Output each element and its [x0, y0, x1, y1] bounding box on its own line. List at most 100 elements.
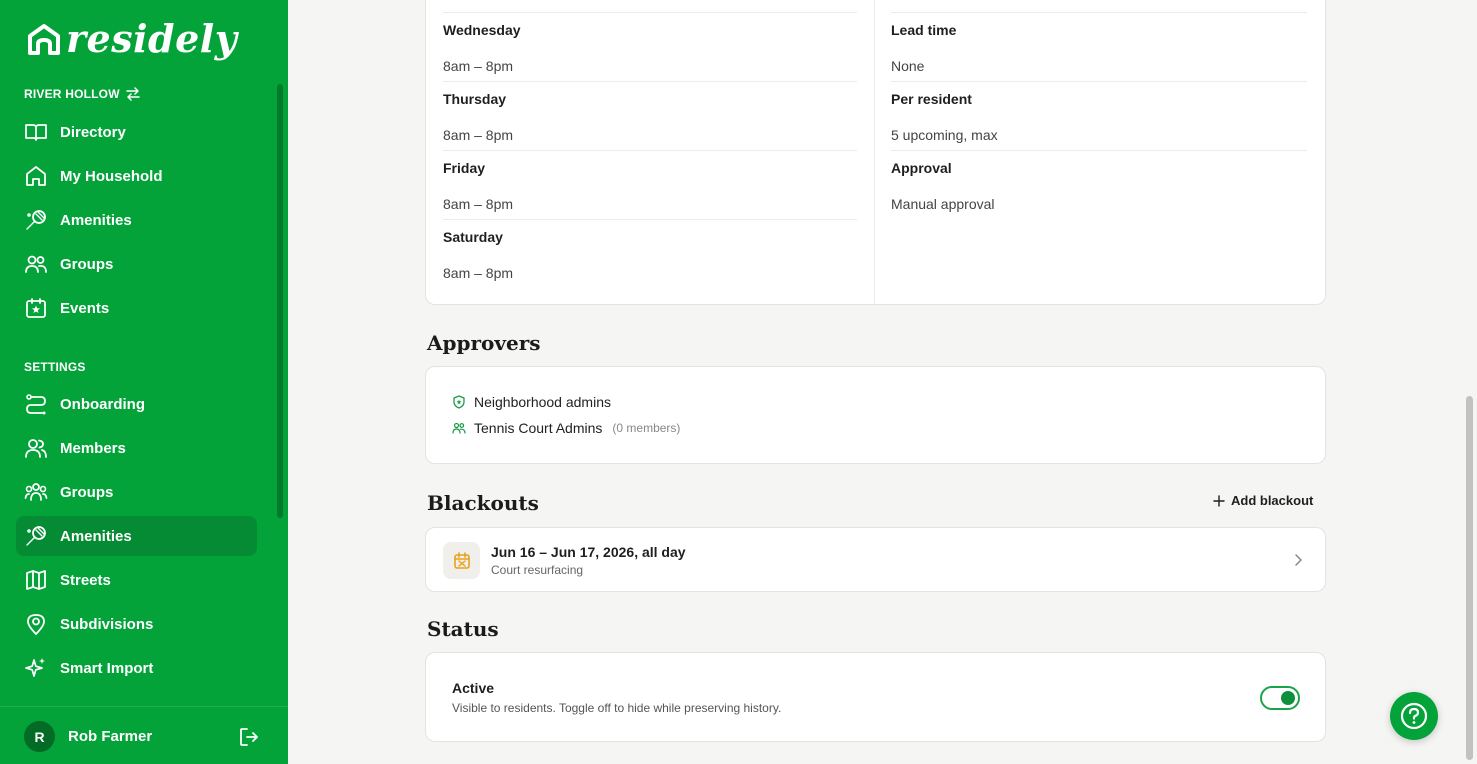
tennis-racket-icon	[26, 210, 46, 230]
sidebar-item-subdivisions[interactable]: Subdivisions	[16, 604, 257, 644]
row-divider	[891, 81, 1307, 82]
sidebar-item-events[interactable]: Events	[16, 288, 257, 328]
row-divider	[891, 150, 1307, 151]
sidebar-item-label: Directory	[60, 123, 126, 141]
user-name[interactable]: Rob Farmer	[68, 728, 152, 745]
shield-star-icon	[453, 395, 465, 409]
toggle-knob	[1281, 691, 1295, 705]
blackout-icon-wrap	[443, 542, 480, 579]
row-divider	[443, 12, 857, 13]
sidebar-item-label: Streets	[60, 571, 111, 589]
rule-value: Manual approval	[891, 196, 995, 212]
hours-time: 8am – 8pm	[443, 127, 514, 143]
status-title: Status	[427, 617, 499, 641]
avatar[interactable]: R	[24, 721, 55, 752]
approver-name: Tennis Court Admins	[474, 420, 603, 436]
schedule-card: Wednesday 8am – 8pm Thursday 8am – 8pm F…	[425, 0, 1326, 305]
map-pin-icon	[27, 614, 45, 635]
rule-value: None	[891, 58, 925, 74]
sidebar-item-amenities-settings[interactable]: Amenities	[16, 516, 257, 556]
active-toggle[interactable]	[1260, 686, 1300, 710]
calendar-off-icon	[453, 551, 470, 569]
rule-value: 5 upcoming, max	[891, 127, 998, 143]
hours-day: Friday	[443, 160, 486, 176]
row-divider	[891, 12, 1307, 13]
blackouts-title: Blackouts	[427, 491, 539, 515]
add-blackout-label: Add blackout	[1231, 493, 1314, 508]
blackout-item[interactable]: Jun 16 – Jun 17, 2026, all day Court res…	[425, 527, 1326, 592]
hours-day: Wednesday	[443, 22, 521, 38]
sidebar-item-smart-import[interactable]: Smart Import	[16, 648, 257, 688]
sidebar-item-amenities[interactable]: Amenities	[16, 200, 257, 240]
sidebar-item-onboarding[interactable]: Onboarding	[16, 384, 257, 424]
row-divider	[443, 150, 857, 151]
users-icon	[25, 255, 47, 273]
question-mark-icon	[1400, 702, 1428, 730]
column-divider	[874, 0, 875, 304]
settings-section-label: SETTINGS	[24, 360, 86, 374]
status-label: Active	[452, 680, 495, 696]
sidebar-item-label: Groups	[60, 255, 114, 273]
main-scrollbar[interactable]	[1466, 396, 1473, 760]
row-divider	[443, 219, 857, 220]
community-name: RIVER HOLLOW	[24, 87, 120, 101]
calendar-star-icon	[26, 298, 46, 318]
sidebar-item-label: Onboarding	[60, 395, 145, 413]
logout-icon[interactable]	[238, 726, 260, 748]
house-logo-icon	[28, 23, 60, 55]
hours-time: 8am – 8pm	[443, 265, 514, 281]
brand-name: residely	[66, 16, 238, 61]
map-icon	[26, 570, 46, 590]
status-description: Visible to residents. Toggle off to hide…	[452, 701, 782, 715]
sidebar-item-label: My Household	[60, 167, 163, 185]
rule-label: Lead time	[891, 22, 957, 38]
sidebar-item-groups-settings[interactable]: Groups	[16, 472, 257, 512]
blackout-date-range: Jun 16 – Jun 17, 2026, all day	[491, 544, 686, 560]
brand-logo[interactable]: residely	[26, 16, 237, 61]
hours-time: 8am – 8pm	[443, 196, 514, 212]
approvers-title: Approvers	[427, 331, 541, 355]
swap-icon	[125, 87, 140, 101]
sidebar-item-label: Subdivisions	[60, 615, 154, 633]
home-icon	[26, 166, 46, 186]
user-bar: R Rob Farmer	[0, 706, 288, 764]
sidebar-item-label: Amenities	[60, 211, 132, 229]
plus-icon	[1213, 494, 1225, 507]
community-switcher[interactable]: RIVER HOLLOW	[24, 87, 140, 101]
sidebar-item-label: Smart Import	[60, 659, 154, 677]
sidebar-item-members[interactable]: Members	[16, 428, 257, 468]
hours-time: 8am – 8pm	[443, 58, 514, 74]
sidebar-item-label: Amenities	[60, 527, 132, 545]
users-icon	[452, 422, 466, 434]
sidebar-item-label: Events	[60, 299, 110, 317]
approver-member-count: (0 members)	[612, 421, 681, 435]
sidebar-item-groups[interactable]: Groups	[16, 244, 257, 284]
status-card: Active Visible to residents. Toggle off …	[425, 652, 1326, 742]
sidebar: residely RIVER HOLLOW Directory My House…	[0, 0, 288, 764]
sparkles-icon	[25, 658, 45, 677]
users-icon	[24, 483, 48, 501]
approver-item: Neighborhood admins	[452, 394, 611, 410]
rule-label: Per resident	[891, 91, 972, 107]
blackout-reason: Court resurfacing	[491, 563, 584, 577]
sidebar-item-label: Groups	[60, 483, 114, 501]
approvers-card: Neighborhood admins Tennis Court Admins …	[425, 366, 1326, 464]
hours-day: Thursday	[443, 91, 507, 107]
approver-item: Tennis Court Admins (0 members)	[452, 420, 680, 436]
rule-label: Approval	[891, 160, 952, 176]
sidebar-scrollbar[interactable]	[277, 84, 283, 518]
sidebar-item-my-household[interactable]: My Household	[16, 156, 257, 196]
sidebar-item-streets[interactable]: Streets	[16, 560, 257, 600]
row-divider	[443, 81, 857, 82]
sidebar-item-directory[interactable]: Directory	[16, 112, 257, 152]
chevron-right-icon	[1295, 554, 1302, 566]
add-blackout-button[interactable]: Add blackout	[1213, 493, 1313, 508]
book-open-icon	[25, 124, 47, 141]
help-button[interactable]	[1390, 692, 1438, 740]
tennis-racket-icon	[26, 526, 46, 546]
sidebar-item-label: Members	[60, 439, 126, 457]
approver-name: Neighborhood admins	[474, 394, 611, 410]
route-icon	[26, 394, 46, 415]
members-icon	[25, 439, 47, 458]
hours-day: Saturday	[443, 229, 503, 245]
